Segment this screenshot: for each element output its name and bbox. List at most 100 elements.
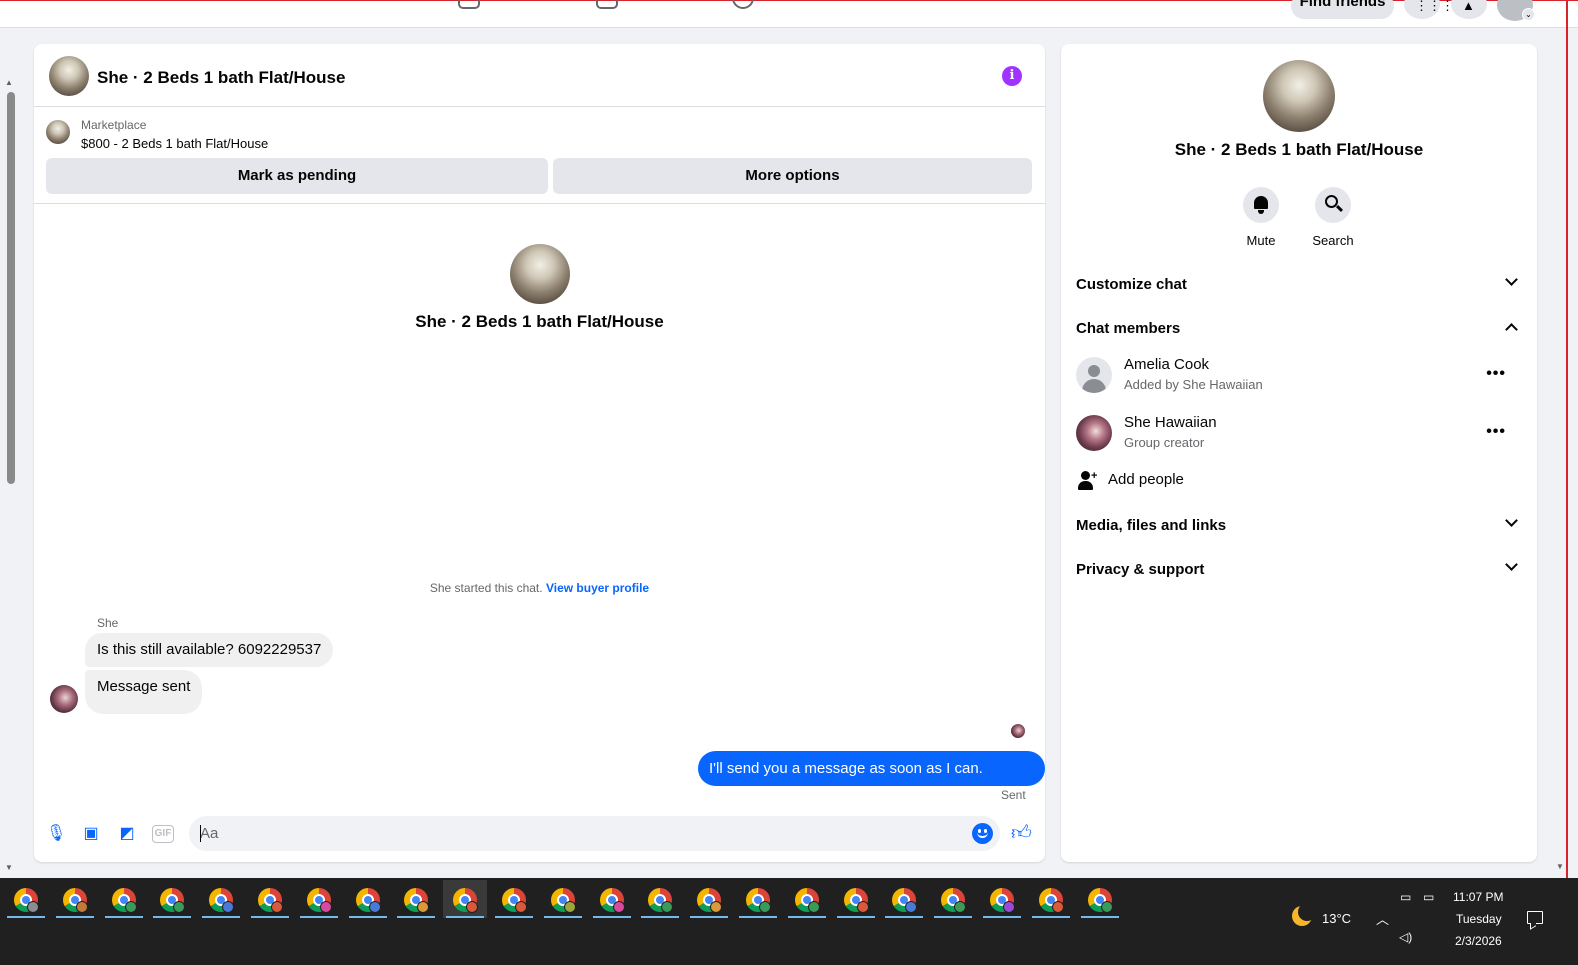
taskbar-chrome-window[interactable]: [150, 880, 194, 918]
listing-thumbnail[interactable]: [46, 120, 70, 144]
thumbs-up-icon[interactable]: 👍︎: [1011, 821, 1035, 845]
add-people-label: Add people: [1108, 471, 1184, 488]
scroll-down-arrow-icon[interactable]: ▼: [5, 863, 13, 872]
chat-header: She · 2 Beds 1 bath Flat/House i: [34, 44, 1045, 107]
taskbar-chrome-window[interactable]: [1078, 880, 1122, 918]
top-navigation-bar: Find friends ⋮⋮⋮ ▲ ⌄: [0, 0, 1578, 28]
chrome-icon: [1087, 888, 1113, 913]
taskbar-chrome-window[interactable]: [248, 880, 292, 918]
search-button[interactable]: Search: [1303, 187, 1363, 248]
chrome-icon: [62, 888, 88, 913]
chrome-icon: [258, 888, 283, 913]
outgoing-message[interactable]: I'll send you a message as soon as I can…: [698, 751, 1045, 812]
chat-title[interactable]: She · 2 Beds 1 bath Flat/House: [97, 68, 345, 88]
taskbar-chrome-window[interactable]: [199, 880, 243, 918]
mute-button[interactable]: Mute: [1231, 187, 1291, 248]
chrome-icon: [404, 888, 430, 913]
notification-center-icon[interactable]: [1527, 911, 1543, 924]
attach-image-icon[interactable]: ▣: [81, 824, 101, 844]
taskbar-chrome-window[interactable]: [687, 880, 731, 918]
taskbar-chrome-window[interactable]: [980, 880, 1024, 918]
member-subtitle: Group creator: [1124, 435, 1205, 450]
moon-weather-icon[interactable]: [1292, 903, 1316, 926]
message-input[interactable]: [189, 816, 1000, 851]
taskbar-chrome-window[interactable]: [590, 880, 634, 918]
chevron-up-icon[interactable]: ︿: [1376, 909, 1389, 928]
view-buyer-profile-link[interactable]: View buyer profile: [546, 581, 649, 595]
notifications-button[interactable]: ▲: [1451, 0, 1487, 19]
chrome-icon: [648, 888, 674, 913]
add-person-icon: +: [1078, 470, 1098, 491]
grid-icon: ⋮⋮⋮: [1415, 0, 1454, 13]
taskbar-chrome-window[interactable]: [492, 880, 536, 918]
taskbar-chrome-window[interactable]: [346, 880, 390, 918]
mark-as-pending-button[interactable]: Mark as pending: [46, 158, 548, 194]
chrome-icon: [160, 888, 186, 913]
chat-members-section[interactable]: Chat members: [1076, 314, 1522, 344]
marketplace-nav-icon[interactable]: [458, 0, 480, 9]
add-people-button[interactable]: + Add people: [1076, 468, 1522, 494]
incoming-message[interactable]: Is this still available? 6092229537: [85, 633, 334, 667]
privacy-support-section[interactable]: Privacy & support: [1076, 555, 1522, 585]
temperature[interactable]: 13°C: [1322, 911, 1351, 926]
network-icon[interactable]: ▭: [1423, 890, 1434, 904]
page-scrollbar[interactable]: ▲ ▼: [2, 78, 16, 878]
listing-price-title[interactable]: $800 - 2 Beds 1 bath Flat/House: [81, 136, 268, 151]
taskbar-chrome-window[interactable]: [53, 880, 97, 918]
clock-day[interactable]: Tuesday: [1456, 912, 1502, 926]
member-name: She Hawaiian: [1124, 414, 1217, 431]
member-row[interactable]: She Hawaiian Group creator •••: [1076, 413, 1522, 455]
chrome-icon: [941, 888, 967, 913]
gaming-nav-icon[interactable]: [732, 0, 754, 9]
scroll-up-arrow-icon[interactable]: ▲: [5, 78, 13, 87]
member-row[interactable]: Amelia Cook Added by She Hawaiian •••: [1076, 355, 1522, 397]
chrome-icon: [599, 888, 625, 913]
member-avatar: [1076, 415, 1112, 451]
bell-icon[interactable]: [1243, 187, 1279, 223]
taskbar-chrome-window[interactable]: [4, 880, 48, 918]
sender-avatar[interactable]: [50, 685, 78, 713]
taskbar-chrome-window[interactable]: [102, 880, 146, 918]
taskbar-chrome-window[interactable]: [736, 880, 780, 918]
listing-avatar[interactable]: [49, 56, 89, 96]
incoming-message[interactable]: Message sent: [85, 670, 203, 714]
taskbar-chrome-window[interactable]: [297, 880, 341, 918]
microphone-icon[interactable]: 🎙︎: [46, 824, 66, 844]
search-icon[interactable]: [1315, 187, 1351, 223]
right-scroll-down-arrow-icon[interactable]: ▼: [1556, 862, 1564, 871]
media-files-links-section[interactable]: Media, files and links: [1076, 511, 1522, 541]
gif-icon[interactable]: GIF: [152, 825, 174, 843]
info-icon[interactable]: i: [1002, 66, 1022, 86]
taskbar-chrome-window[interactable]: [785, 880, 829, 918]
groups-nav-icon[interactable]: [596, 0, 618, 9]
customize-chat-section[interactable]: Customize chat: [1076, 270, 1522, 300]
search-label: Search: [1312, 233, 1354, 248]
conversation-avatar[interactable]: [510, 244, 570, 304]
taskbar-chrome-window[interactable]: [638, 880, 682, 918]
emoji-icon[interactable]: [972, 823, 993, 844]
taskbar-chrome-window[interactable]: [931, 880, 975, 918]
find-friends-button[interactable]: Find friends: [1291, 0, 1394, 19]
taskbar-chrome-window[interactable]: [882, 880, 926, 918]
taskbar-chrome-window[interactable]: [834, 880, 878, 918]
meet-now-icon[interactable]: ▭: [1400, 890, 1411, 904]
sticker-icon[interactable]: ◩: [117, 824, 137, 844]
taskbar-chrome-window[interactable]: [541, 880, 585, 918]
clock-date[interactable]: 2/3/2026: [1455, 934, 1502, 948]
more-options-icon[interactable]: •••: [1486, 365, 1506, 383]
taskbar-chrome-window[interactable]: [394, 880, 438, 918]
clock-time[interactable]: 11:07 PM: [1453, 890, 1503, 904]
more-options-icon[interactable]: •••: [1486, 423, 1506, 441]
menu-grid-button[interactable]: ⋮⋮⋮: [1404, 0, 1454, 19]
chrome-icon: [306, 888, 332, 913]
chrome-icon: [697, 888, 723, 913]
taskbar-chrome-window[interactable]: [1029, 880, 1073, 918]
conversation-info-panel: She · 2 Beds 1 bath Flat/House Mute Sear…: [1061, 44, 1537, 862]
volume-icon[interactable]: ◁): [1399, 930, 1412, 944]
scrollbar-thumb[interactable]: [7, 92, 15, 484]
conversation-info-avatar[interactable]: [1263, 60, 1335, 132]
account-avatar-button[interactable]: ⌄: [1497, 0, 1535, 21]
more-options-button[interactable]: More options: [553, 158, 1032, 194]
taskbar-chrome-window[interactable]: [443, 880, 488, 918]
marketplace-label: Marketplace: [81, 118, 147, 132]
